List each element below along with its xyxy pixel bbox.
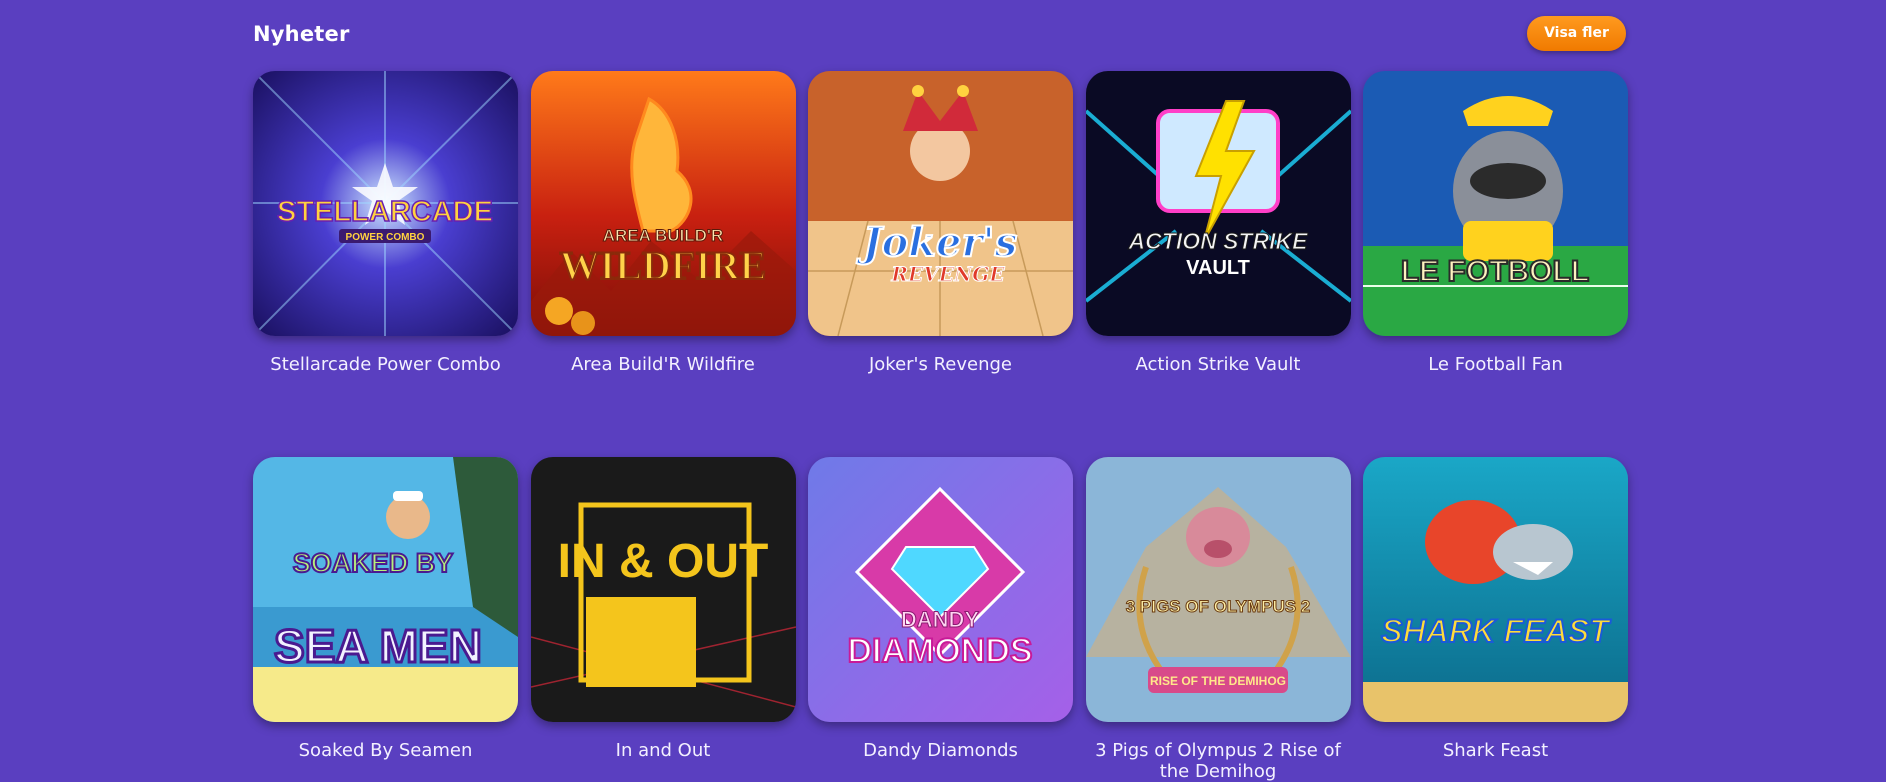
game-title[interactable]: 3 Pigs of Olympus 2 Rise of the Demihog (1086, 740, 1351, 782)
action-strike-art: ACTION STRIKE VAULT (1085, 71, 1351, 336)
game-logo-sub: VAULT (1186, 257, 1250, 279)
game-thumbnail[interactable]: LE FOTBOLL (1363, 71, 1628, 336)
game-title[interactable]: Joker's Revenge (808, 354, 1073, 375)
game-title[interactable]: Action Strike Vault (1086, 354, 1351, 375)
game-logo: SHARK FEAST (1381, 613, 1611, 649)
game-tile[interactable]: ACTION STRIKE VAULT Action Strike Vault (1085, 71, 1351, 375)
game-thumbnail[interactable]: SHARK FEAST (1363, 457, 1628, 722)
game-logo-sub: POWER COMBO (346, 232, 425, 243)
game-thumbnail[interactable]: IN & OUT (530, 457, 796, 722)
game-logo: STELLARCADE (277, 196, 493, 228)
game-logo-sub: REVENGE (890, 262, 1005, 286)
pigs-of-olympus-art: 3 PIGS OF OLYMPUS 2 RISE OF THE DEMIHOG (1085, 457, 1351, 722)
stellarcade-art: STELLARCADE POWER COMBO (253, 71, 518, 336)
jokers-revenge-art: Joker's REVENGE (808, 71, 1073, 336)
game-logo: LE FOTBOLL (1401, 255, 1589, 288)
game-thumbnail[interactable]: STELLARCADE POWER COMBO (253, 71, 518, 336)
game-logo: 3 PIGS OF OLYMPUS 2 (1125, 597, 1310, 616)
game-title[interactable]: Le Football Fan (1363, 354, 1628, 375)
soaked-by-seamen-art: SOAKED BY SEA MEN (253, 457, 518, 722)
le-football-art: LE FOTBOLL (1363, 71, 1628, 336)
game-logo: IN & OUT (557, 535, 768, 588)
game-tile[interactable]: AREA BUILD'R WILDFIRE Area Build'R Wildf… (530, 71, 796, 375)
game-thumbnail[interactable]: DANDY DIAMONDS (808, 457, 1073, 722)
game-title[interactable]: Dandy Diamonds (808, 740, 1073, 761)
game-tile[interactable]: LE FOTBOLL Le Football Fan (1363, 71, 1628, 375)
game-title[interactable]: Soaked By Seamen (253, 740, 518, 761)
game-logo: SEA MEN (274, 620, 482, 672)
game-thumbnail[interactable]: AREA BUILD'R WILDFIRE (530, 71, 796, 336)
game-logo: Joker's (856, 219, 1018, 266)
game-logo-sub: DANDY (901, 607, 980, 632)
game-thumbnail[interactable]: Joker's REVENGE (808, 71, 1073, 336)
game-grid: STELLARCADE POWER COMBO Stellarcade Powe… (253, 71, 1628, 782)
game-logo-sub: RISE OF THE DEMIHOG (1149, 674, 1285, 688)
shark-feast-art: SHARK FEAST (1363, 457, 1628, 722)
game-logo: ACTION STRIKE (1127, 228, 1308, 254)
game-title[interactable]: Area Build'R Wildfire (531, 354, 796, 375)
section-title: Nyheter (253, 22, 350, 46)
game-tile[interactable]: STELLARCADE POWER COMBO Stellarcade Powe… (253, 71, 518, 375)
game-tile[interactable]: SHARK FEAST Shark Feast (1363, 457, 1628, 782)
dandy-diamonds-art: DANDY DIAMONDS (808, 457, 1073, 722)
game-tile[interactable]: SOAKED BY SEA MEN Soaked By Seamen (253, 457, 518, 782)
game-logo: DIAMONDS (847, 632, 1032, 670)
game-thumbnail[interactable]: 3 PIGS OF OLYMPUS 2 RISE OF THE DEMIHOG (1085, 457, 1351, 722)
game-tile[interactable]: DANDY DIAMONDS Dandy Diamonds (808, 457, 1073, 782)
wildfire-art: AREA BUILD'R WILDFIRE (530, 71, 796, 336)
game-title[interactable]: Shark Feast (1363, 740, 1628, 761)
show-more-button[interactable]: Visa fler (1527, 16, 1626, 51)
game-tile[interactable]: 3 PIGS OF OLYMPUS 2 RISE OF THE DEMIHOG … (1085, 457, 1351, 782)
game-title[interactable]: Stellarcade Power Combo (253, 354, 518, 375)
game-thumbnail[interactable]: SOAKED BY SEA MEN (253, 457, 518, 722)
game-thumbnail[interactable]: ACTION STRIKE VAULT (1085, 71, 1351, 336)
game-title[interactable]: In and Out (531, 740, 796, 761)
in-and-out-art: IN & OUT (530, 457, 796, 722)
game-logo: WILDFIRE (559, 243, 766, 288)
game-tile[interactable]: IN & OUT In and Out (530, 457, 796, 782)
game-tile[interactable]: Joker's REVENGE Joker's Revenge (808, 71, 1073, 375)
game-logo-sub: SOAKED BY (293, 548, 454, 578)
